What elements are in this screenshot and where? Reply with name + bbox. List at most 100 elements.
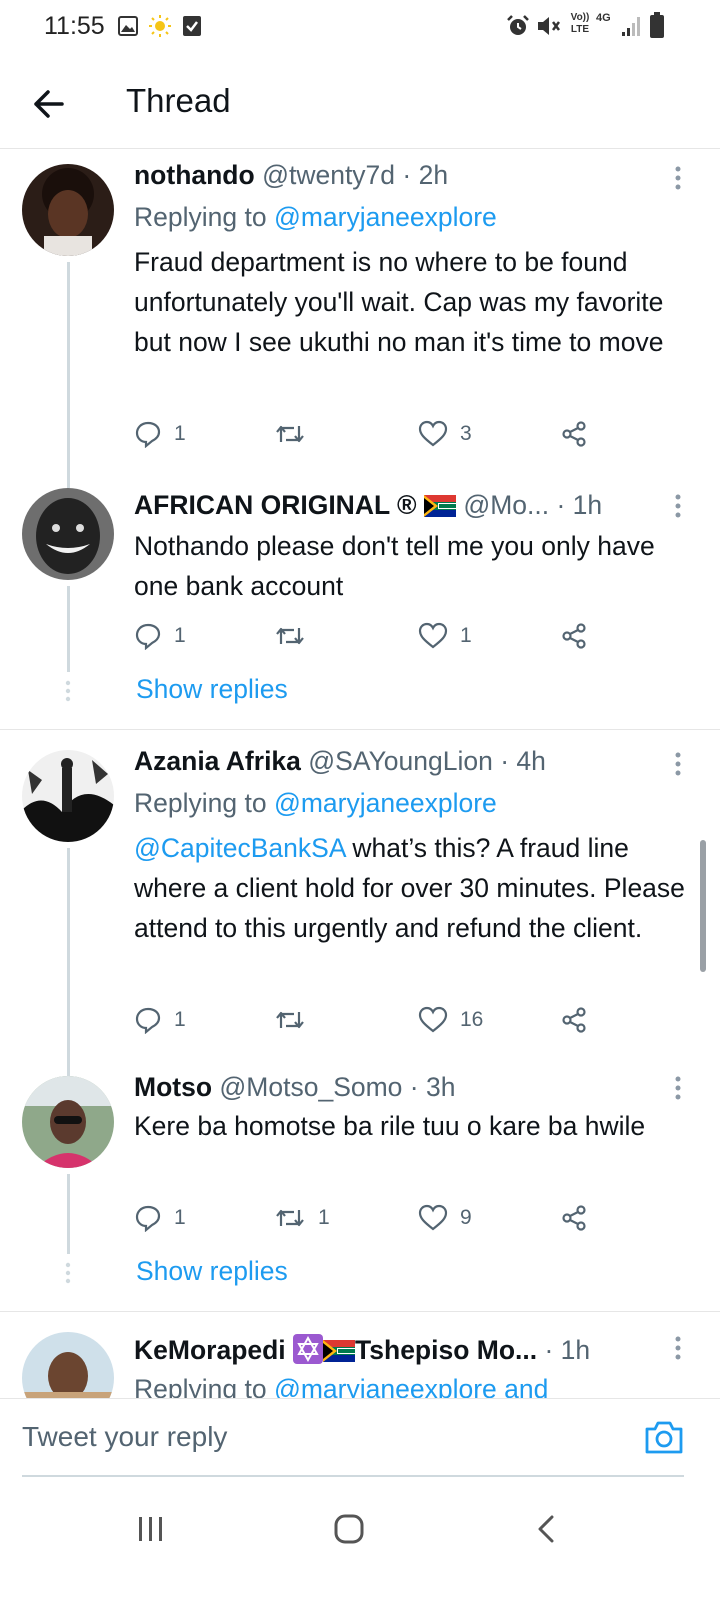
tweet-african-original[interactable]: AFRICAN ORIGINAL ® @Mo... · 1h Nothando … [0,484,720,728]
more-options-icon[interactable] [674,752,682,776]
handle[interactable]: @SAYoungLion [308,746,493,776]
display-name[interactable]: Azania Afrika [134,746,301,776]
tweet-header: Azania Afrika @SAYoungLion · 4h [134,746,660,777]
tweet-actions: 1 16 [134,1000,604,1040]
tweet-text: Fraud department is no where to be found… [134,247,664,357]
reply-icon [135,1007,161,1034]
reply-button[interactable]: 1 [134,616,186,656]
retweet-button[interactable] [274,1000,318,1040]
home-icon[interactable] [333,1514,365,1544]
tweet-motso[interactable]: Motso @Motso_Somo · 3h Kere ba homotse b… [0,1070,720,1312]
divider [0,1311,720,1312]
like-count: 3 [460,422,472,445]
network-4g-icon: 4G [596,12,611,24]
retweet-icon [276,627,304,645]
gallery-icon [118,16,138,36]
retweet-icon [276,1011,304,1029]
reply-button[interactable]: 1 [134,1198,186,1238]
timestamp: · 3h [409,1072,456,1102]
tweet-kemorapedi[interactable]: KeMorapedi Tshepiso Mo... · 1h Replying … [0,1318,720,1398]
reply-icon [135,623,161,650]
tweet-header: KeMorapedi Tshepiso Mo... · 1h [134,1334,660,1366]
status-time: 11:55 [44,12,105,40]
display-name[interactable]: Motso [134,1072,212,1102]
handle[interactable]: @Mo... [463,490,549,520]
share-button[interactable] [560,414,588,454]
like-count: 9 [460,1206,472,1229]
reply-button[interactable]: 1 [134,414,186,454]
more-options-icon[interactable] [674,1076,682,1100]
show-replies-link[interactable]: Show replies [136,674,288,705]
replying-to-label: Replying to [134,202,267,232]
timestamp: · 1h [556,490,603,520]
reply-input-underline [22,1475,684,1477]
like-count: 16 [460,1008,484,1031]
display-name[interactable]: nothando [134,160,255,190]
reply-icon [135,421,161,448]
tweet-actions: 1 1 [134,616,604,656]
replying-to-link[interactable]: @maryjaneexplore [274,788,497,818]
star-of-david-icon [293,1334,324,1364]
tweet-actions: 1 3 [134,414,604,454]
like-button[interactable]: 3 [418,414,472,454]
reply-input[interactable]: Tweet your reply [22,1421,227,1453]
tweet-nothando[interactable]: nothando @twenty7d · 2h Replying to @mar… [0,150,720,484]
display-name-rest[interactable]: Tshepiso Mo... [355,1335,537,1365]
heart-icon [418,1006,448,1033]
system-back-icon[interactable] [536,1514,556,1544]
avatar[interactable] [22,750,114,842]
replying-to-link[interactable]: @maryjaneexplore and [274,1374,548,1398]
like-button[interactable]: 1 [418,616,472,656]
tweet-header: Motso @Motso_Somo · 3h [134,1072,660,1103]
replying-to-link[interactable]: @maryjaneexplore [274,202,497,232]
tweet-header: AFRICAN ORIGINAL ® @Mo... · 1h [134,490,660,521]
like-button[interactable]: 16 [418,1000,483,1040]
reply-count: 1 [174,1008,186,1031]
more-options-icon[interactable] [674,1336,682,1360]
tweet-header: nothando @twenty7d · 2h [134,160,660,191]
status-bar: 11:55 Vo)) LTE 4G [0,0,720,56]
avatar[interactable] [22,1076,114,1168]
recent-apps-icon[interactable] [136,1516,166,1542]
checkbox-notification-icon [183,16,201,36]
south-africa-flag-icon [323,1340,356,1362]
avatar[interactable] [22,1332,114,1398]
avatar[interactable] [22,164,114,256]
tweet-actions: 1 1 9 [134,1198,604,1238]
share-button[interactable] [560,1000,588,1040]
reply-button[interactable]: 1 [134,1000,186,1040]
replying-to-label: Replying to [134,1374,267,1398]
reply-count: 1 [174,624,186,647]
display-name[interactable]: KeMorapedi [134,1335,286,1365]
reply-count: 1 [174,422,186,445]
show-replies-link[interactable]: Show replies [136,1256,288,1287]
share-icon [562,623,586,649]
retweet-button[interactable]: 1 [274,1198,330,1238]
retweet-icon [276,1209,304,1227]
share-button[interactable] [560,616,588,656]
sun-icon [149,15,171,37]
display-name[interactable]: AFRICAN ORIGINAL ® [134,490,417,520]
share-button[interactable] [560,1198,588,1238]
thread-line [67,1174,70,1254]
page-title: Thread [126,82,231,119]
retweet-button[interactable] [274,414,318,454]
more-options-icon[interactable] [674,494,682,518]
retweet-button[interactable] [274,616,318,656]
camera-icon[interactable] [644,1419,684,1455]
more-options-icon[interactable] [674,166,682,190]
tweet-text: Kere ba homotse ba rile tuu o kare ba hw… [134,1111,646,1141]
mention-link[interactable]: @CapitecBankSA [134,833,345,863]
share-icon [562,1007,586,1033]
timestamp: · 1h [544,1335,591,1365]
handle[interactable]: @Motso_Somo [219,1072,402,1102]
scrollbar-thumb[interactable] [700,840,706,972]
replying-to: Replying to @maryjaneexplore [134,788,497,819]
back-arrow-icon[interactable] [28,82,72,126]
like-count: 1 [460,624,472,647]
avatar[interactable] [22,488,114,580]
tweet-azania-afrika[interactable]: Azania Afrika @SAYoungLion · 4h Replying… [0,736,720,1070]
retweet-icon [276,425,304,443]
handle[interactable]: @twenty7d [262,160,395,190]
like-button[interactable]: 9 [418,1198,472,1238]
